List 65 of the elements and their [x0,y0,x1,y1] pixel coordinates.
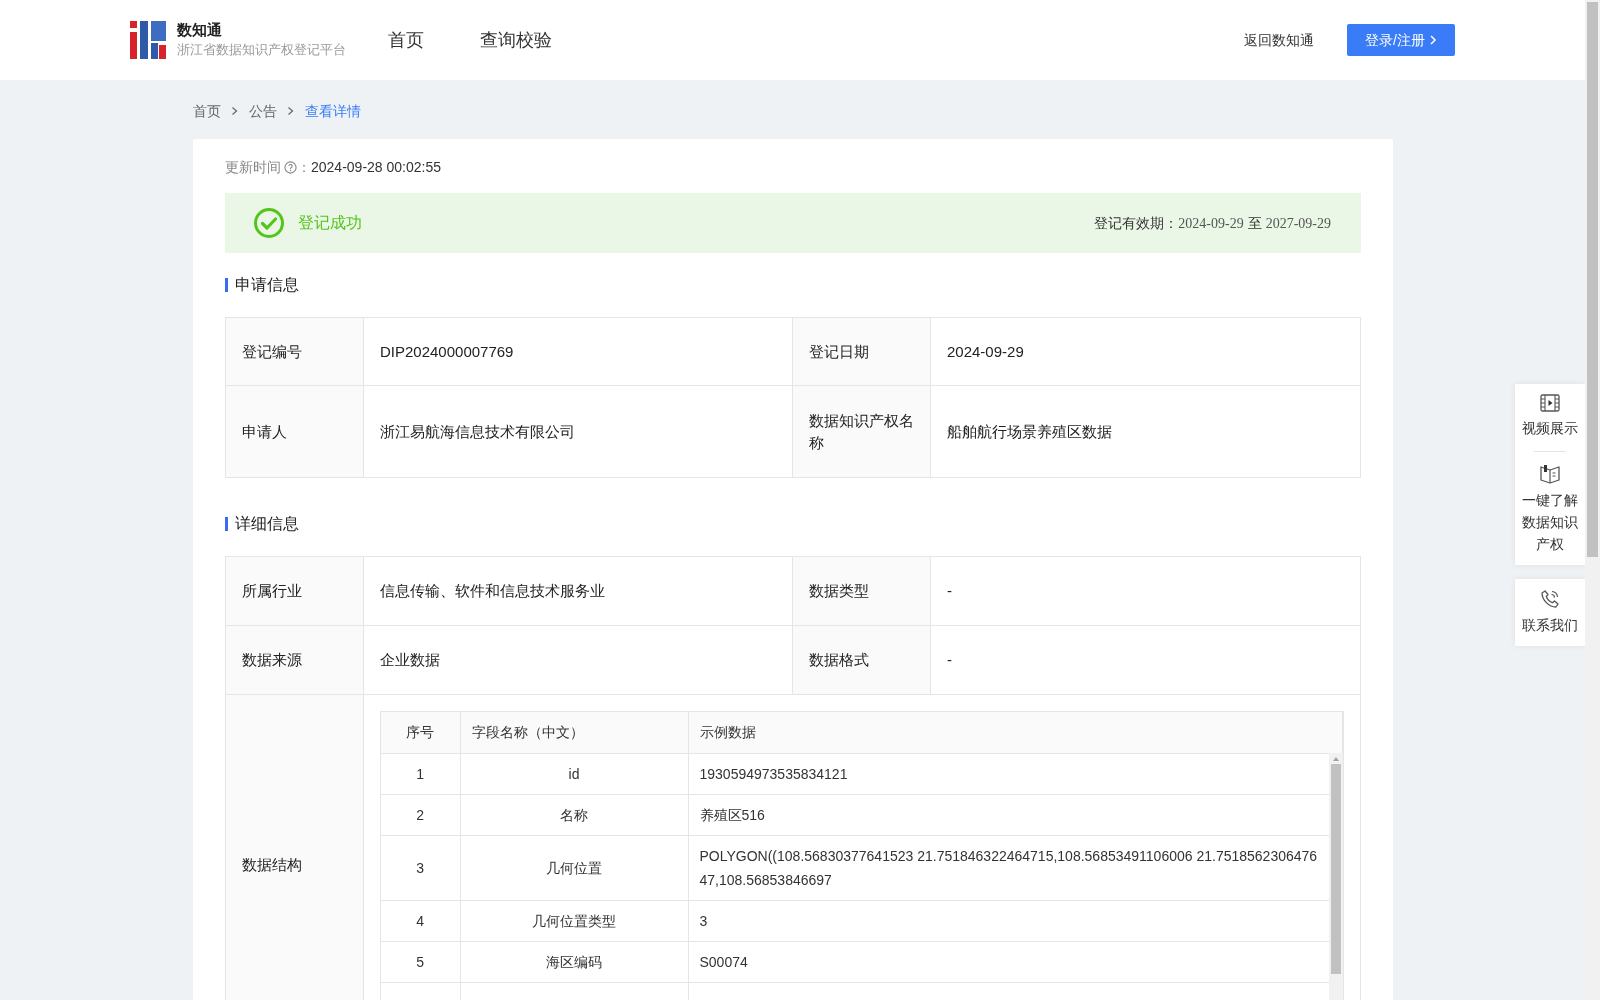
table-cell: 几何位置 [460,835,688,900]
breadcrumb-separator-icon [287,106,295,116]
scroll-up-arrow-icon[interactable] [1332,756,1340,762]
field-label: 数据知识产权名称 [792,385,931,478]
side-panel-link[interactable]: 一键了解数据知识产权 [1520,464,1580,555]
logo-icon [130,21,166,59]
status-text: 登记成功 [298,213,362,233]
table-cell: 5 [381,941,460,982]
field-value: 浙江易航海信息技术有限公司 [363,385,793,478]
field-value: - [930,625,1361,695]
table-cell: 海区编码 [460,941,688,982]
table-cell: 4 [381,900,460,941]
column-header: 序号 [381,712,460,753]
column-header: 示例数据 [688,712,1343,753]
update-time-value: 2024-09-28 00:02:55 [311,157,441,177]
table-scrollbar[interactable] [1329,753,1343,1000]
film-icon [1540,394,1560,412]
login-button[interactable]: 登录/注册 [1347,24,1455,56]
table-cell: 1 [381,753,460,794]
field-value: 2024-09-29 [930,317,1361,386]
platform-subtitle: 浙江省数据知识产权登记平台 [177,41,346,59]
field-value: 企业数据 [363,625,793,695]
side-panel-link[interactable]: 视频展示 [1520,394,1580,439]
side-panel-link[interactable]: 联系我们 [1520,589,1580,636]
table-cell: 2 [381,794,460,835]
field-label: 申请人 [225,385,364,478]
nav-link[interactable]: 首页 [388,26,424,54]
breadcrumb-link[interactable]: 公告 [249,100,277,122]
table-cell: 名称 [460,794,688,835]
validity-start-date: 2024-09-29 [1178,214,1244,233]
field-value: - [930,556,1361,626]
field-label: 所属行业 [225,556,364,626]
validity-end-date: 2027-09-29 [1265,214,1331,233]
back-link[interactable]: 返回数知通 [1244,29,1314,51]
success-check-icon [253,207,285,239]
field-value: DIP2024000007769 [363,317,793,386]
field-label: 数据结构 [225,694,364,1000]
field-value: 信息传输、软件和信息技术服务业 [363,556,793,626]
colon-text: ： [297,157,311,177]
chevron-right-icon [1428,34,1437,46]
breadcrumb-separator-icon [231,106,239,116]
field-label: 数据类型 [792,556,931,626]
section-marker [225,278,228,292]
help-icon [284,160,297,174]
section-marker [225,517,228,531]
field-label: 数据格式 [792,625,931,695]
brand-name: 数知通 [177,20,223,40]
book-icon [1539,464,1561,484]
field-label: 登记日期 [792,317,931,386]
field-label: 登记编号 [225,317,364,386]
table-cell: 几何位置类型 [460,900,688,941]
phone-icon [1540,589,1560,609]
field-value: 船舶航行场景养殖区数据 [930,385,1361,478]
section-title: 详细信息 [235,514,299,534]
breadcrumb-link[interactable]: 查看详情 [305,100,361,122]
field-label: 数据来源 [225,625,364,695]
validity-label: 登记有效期： [1094,213,1179,233]
table-cell: 3 [381,835,460,900]
column-header: 字段名称（中文） [460,712,688,753]
nav-link[interactable]: 查询校验 [480,26,552,54]
update-time-label: 更新时间 [225,157,281,177]
breadcrumb-link[interactable]: 首页 [193,100,221,122]
validity-separator: 至 [1247,213,1262,233]
section-title: 申请信息 [235,275,299,295]
table-cell: id [460,753,688,794]
